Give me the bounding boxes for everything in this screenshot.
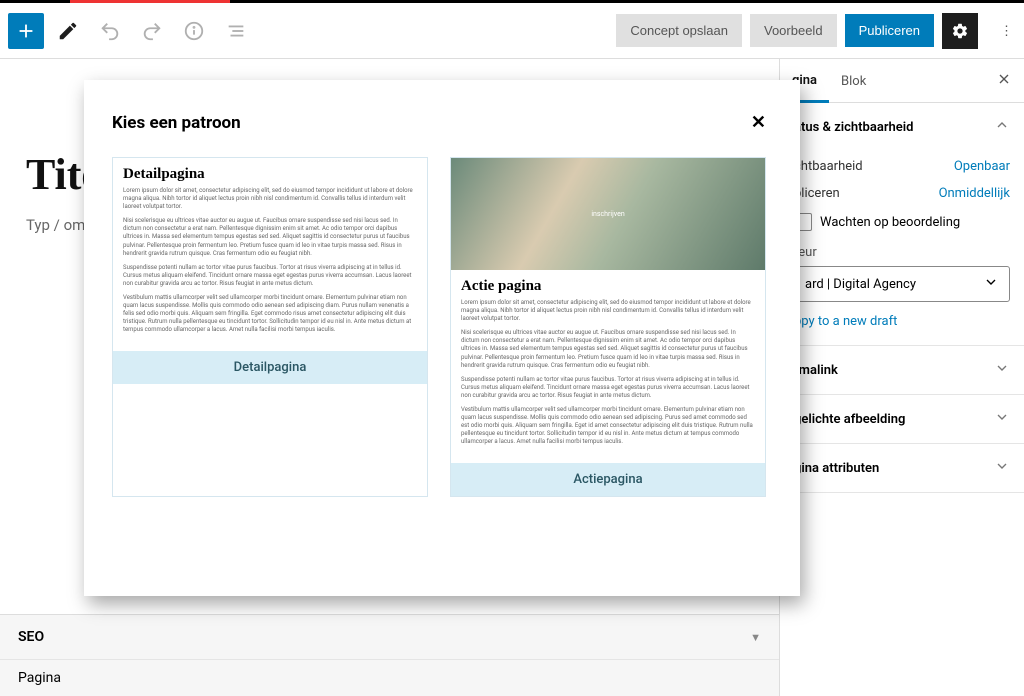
- tab-block[interactable]: Blok: [829, 60, 878, 101]
- pattern-preview-text: Vestibulum mattis ullamcorper velit sed …: [123, 294, 417, 334]
- modal-title: Kies een patroon: [112, 113, 241, 133]
- pattern-card-detailpagina[interactable]: Detailpagina Lorem ipsum dolor sit amet,…: [112, 157, 428, 497]
- save-draft-button[interactable]: Concept opslaan: [616, 14, 742, 47]
- visibility-value[interactable]: Openbaar: [954, 159, 1010, 174]
- pattern-label: Actiepagina: [451, 463, 765, 496]
- publish-label: bliceren: [794, 186, 840, 201]
- pattern-preview-text: Nisi scelerisque eu ultrices vitae aucto…: [461, 329, 755, 369]
- pattern-preview-text: Suspendisse potenti nullam ac tortor vit…: [461, 376, 755, 400]
- settings-button[interactable]: [942, 13, 978, 49]
- pattern-preview-text: Lorem ipsum dolor sit amet, consectetur …: [461, 299, 755, 323]
- pattern-preview-text: Nisi scelerisque eu ultrices vitae aucto…: [123, 217, 417, 257]
- panel-status-visibility[interactable]: atus & zichtbaarheid: [780, 103, 1024, 151]
- pattern-preview-heading: Actie pagina: [461, 278, 755, 295]
- editor-toolbar: Concept opslaan Voorbeeld Publiceren ⋮: [0, 3, 1024, 59]
- panel-featured-image[interactable]: gelichte afbeelding: [780, 395, 1024, 443]
- copy-to-new-draft-link[interactable]: ppy to a new draft: [794, 302, 1010, 333]
- pattern-preview-text: Vestibulum mattis ullamcorper velit sed …: [461, 406, 755, 446]
- seo-heading-label: SEO: [18, 629, 44, 645]
- pattern-preview-text: Suspendisse potenti nullam ac tortor vit…: [123, 264, 417, 288]
- author-value: ard | Digital Agency: [805, 277, 916, 292]
- visibility-label: chtbaarheid: [794, 159, 863, 174]
- pattern-preview-hero-image: inschrijven: [451, 158, 765, 270]
- redo-button[interactable]: [134, 13, 170, 49]
- chevron-down-icon: [983, 274, 999, 294]
- seo-metabox: SEO ▼ Pagina: [0, 614, 779, 696]
- undo-button[interactable]: [92, 13, 128, 49]
- chevron-down-icon: ▼: [750, 631, 761, 644]
- edit-mode-button[interactable]: [50, 13, 86, 49]
- chevron-down-icon: [994, 409, 1010, 429]
- info-button[interactable]: [176, 13, 212, 49]
- hero-overlay-text: inschrijven: [591, 210, 624, 218]
- pattern-preview-heading: Detailpagina: [123, 166, 417, 183]
- pattern-label: Detailpagina: [113, 351, 427, 384]
- outline-button[interactable]: [218, 13, 254, 49]
- close-modal-button[interactable]: ✕: [745, 108, 772, 137]
- add-block-button[interactable]: [8, 13, 44, 49]
- author-label: teur: [794, 241, 1010, 266]
- panel-title: gelichte afbeelding: [794, 412, 905, 427]
- panel-title: atus & zichtbaarheid: [794, 120, 913, 135]
- seo-heading[interactable]: SEO ▼: [0, 615, 779, 659]
- close-sidebar-button[interactable]: [984, 61, 1024, 101]
- chevron-down-icon: [994, 458, 1010, 478]
- seo-tab-page[interactable]: Pagina: [0, 659, 779, 696]
- panel-page-attributes[interactable]: gina attributen: [780, 444, 1024, 492]
- choose-pattern-modal: Kies een patroon ✕ Detailpagina Lorem ip…: [84, 80, 800, 596]
- author-select[interactable]: ard | Digital Agency: [794, 266, 1010, 302]
- panel-title: gina attributen: [794, 461, 879, 476]
- chevron-up-icon: [994, 117, 1010, 137]
- panel-title: rmalink: [794, 363, 838, 378]
- panel-permalink[interactable]: rmalink: [780, 346, 1024, 394]
- pending-review-label: Wachten op beoordeling: [820, 215, 960, 230]
- settings-sidebar: gina Blok atus & zichtbaarheid chtbaarhe…: [780, 59, 1024, 696]
- pattern-preview-text: Lorem ipsum dolor sit amet, consectetur …: [123, 187, 417, 211]
- publish-value[interactable]: Onmiddellijk: [939, 186, 1010, 201]
- pattern-card-actiepagina[interactable]: inschrijven Actie pagina Lorem ipsum dol…: [450, 157, 766, 497]
- chevron-down-icon: [994, 360, 1010, 380]
- more-menu-button[interactable]: ⋮: [986, 14, 1016, 48]
- preview-button[interactable]: Voorbeeld: [750, 14, 837, 47]
- publish-button[interactable]: Publiceren: [845, 14, 934, 47]
